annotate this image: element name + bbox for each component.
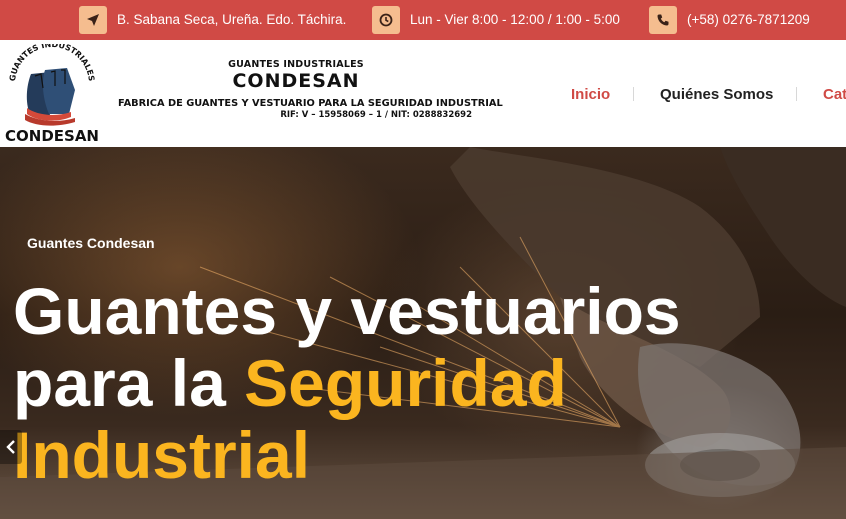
brand-rif: RIF: V – 15958069 – 1 / NIT: 0288832692 [280,110,472,120]
brand-name: CONDESAN [232,70,360,92]
hero-slider: Guantes Condesan Guantes y vestuarios pa… [0,147,846,519]
hours-info: Lun - Vier 8:00 - 12:00 / 1:00 - 5:00 [372,5,620,34]
hero-title-line-1: Guantes y vestuarios [13,274,681,348]
hero-title-line-3: Industrial [13,418,311,492]
phone-text[interactable]: (+58) 0276-7871209 [687,12,810,27]
top-info-bar: B. Sabana Seca, Ureña. Edo. Táchira. Lun… [0,0,846,40]
brand-small-title: GUANTES INDUSTRIALES [228,59,364,70]
condesan-logo[interactable]: GUANTES INDUSTRIALES CONDESAN [5,40,99,145]
nav-item-catalogo[interactable]: Cat [823,84,846,104]
hero-kicker: Guantes Condesan [27,235,155,251]
address-info: B. Sabana Seca, Ureña. Edo. Táchira. [79,5,346,34]
hero-title-plain: para la [13,346,245,420]
hero-title-line-2: para la Seguridad [13,347,681,419]
nav-item-inicio[interactable]: Inicio [571,84,610,104]
nav-separator [633,87,634,101]
brand-tagline: FABRICA DE GUANTES Y VESTUARIO PARA LA S… [118,98,503,109]
slider-prev-button[interactable] [0,430,22,464]
nav-separator [796,87,797,101]
location-arrow-icon [79,5,107,34]
hero-title: Guantes y vestuarios para la Seguridad I… [13,275,681,491]
chevron-left-icon [6,440,15,454]
svg-text:CONDESAN: CONDESAN [5,127,99,144]
brand-block: GUANTES INDUSTRIALES CONDESAN FABRICA DE… [118,59,503,120]
clock-icon [372,5,400,34]
phone-icon [649,5,677,34]
address-text: B. Sabana Seca, Ureña. Edo. Táchira. [117,12,347,27]
phone-info[interactable]: (+58) 0276-7871209 [649,5,810,34]
hero-title-highlight: Seguridad [244,346,567,420]
nav-item-quienes-somos[interactable]: Quiénes Somos [660,84,773,104]
hours-text: Lun - Vier 8:00 - 12:00 / 1:00 - 5:00 [410,12,620,27]
